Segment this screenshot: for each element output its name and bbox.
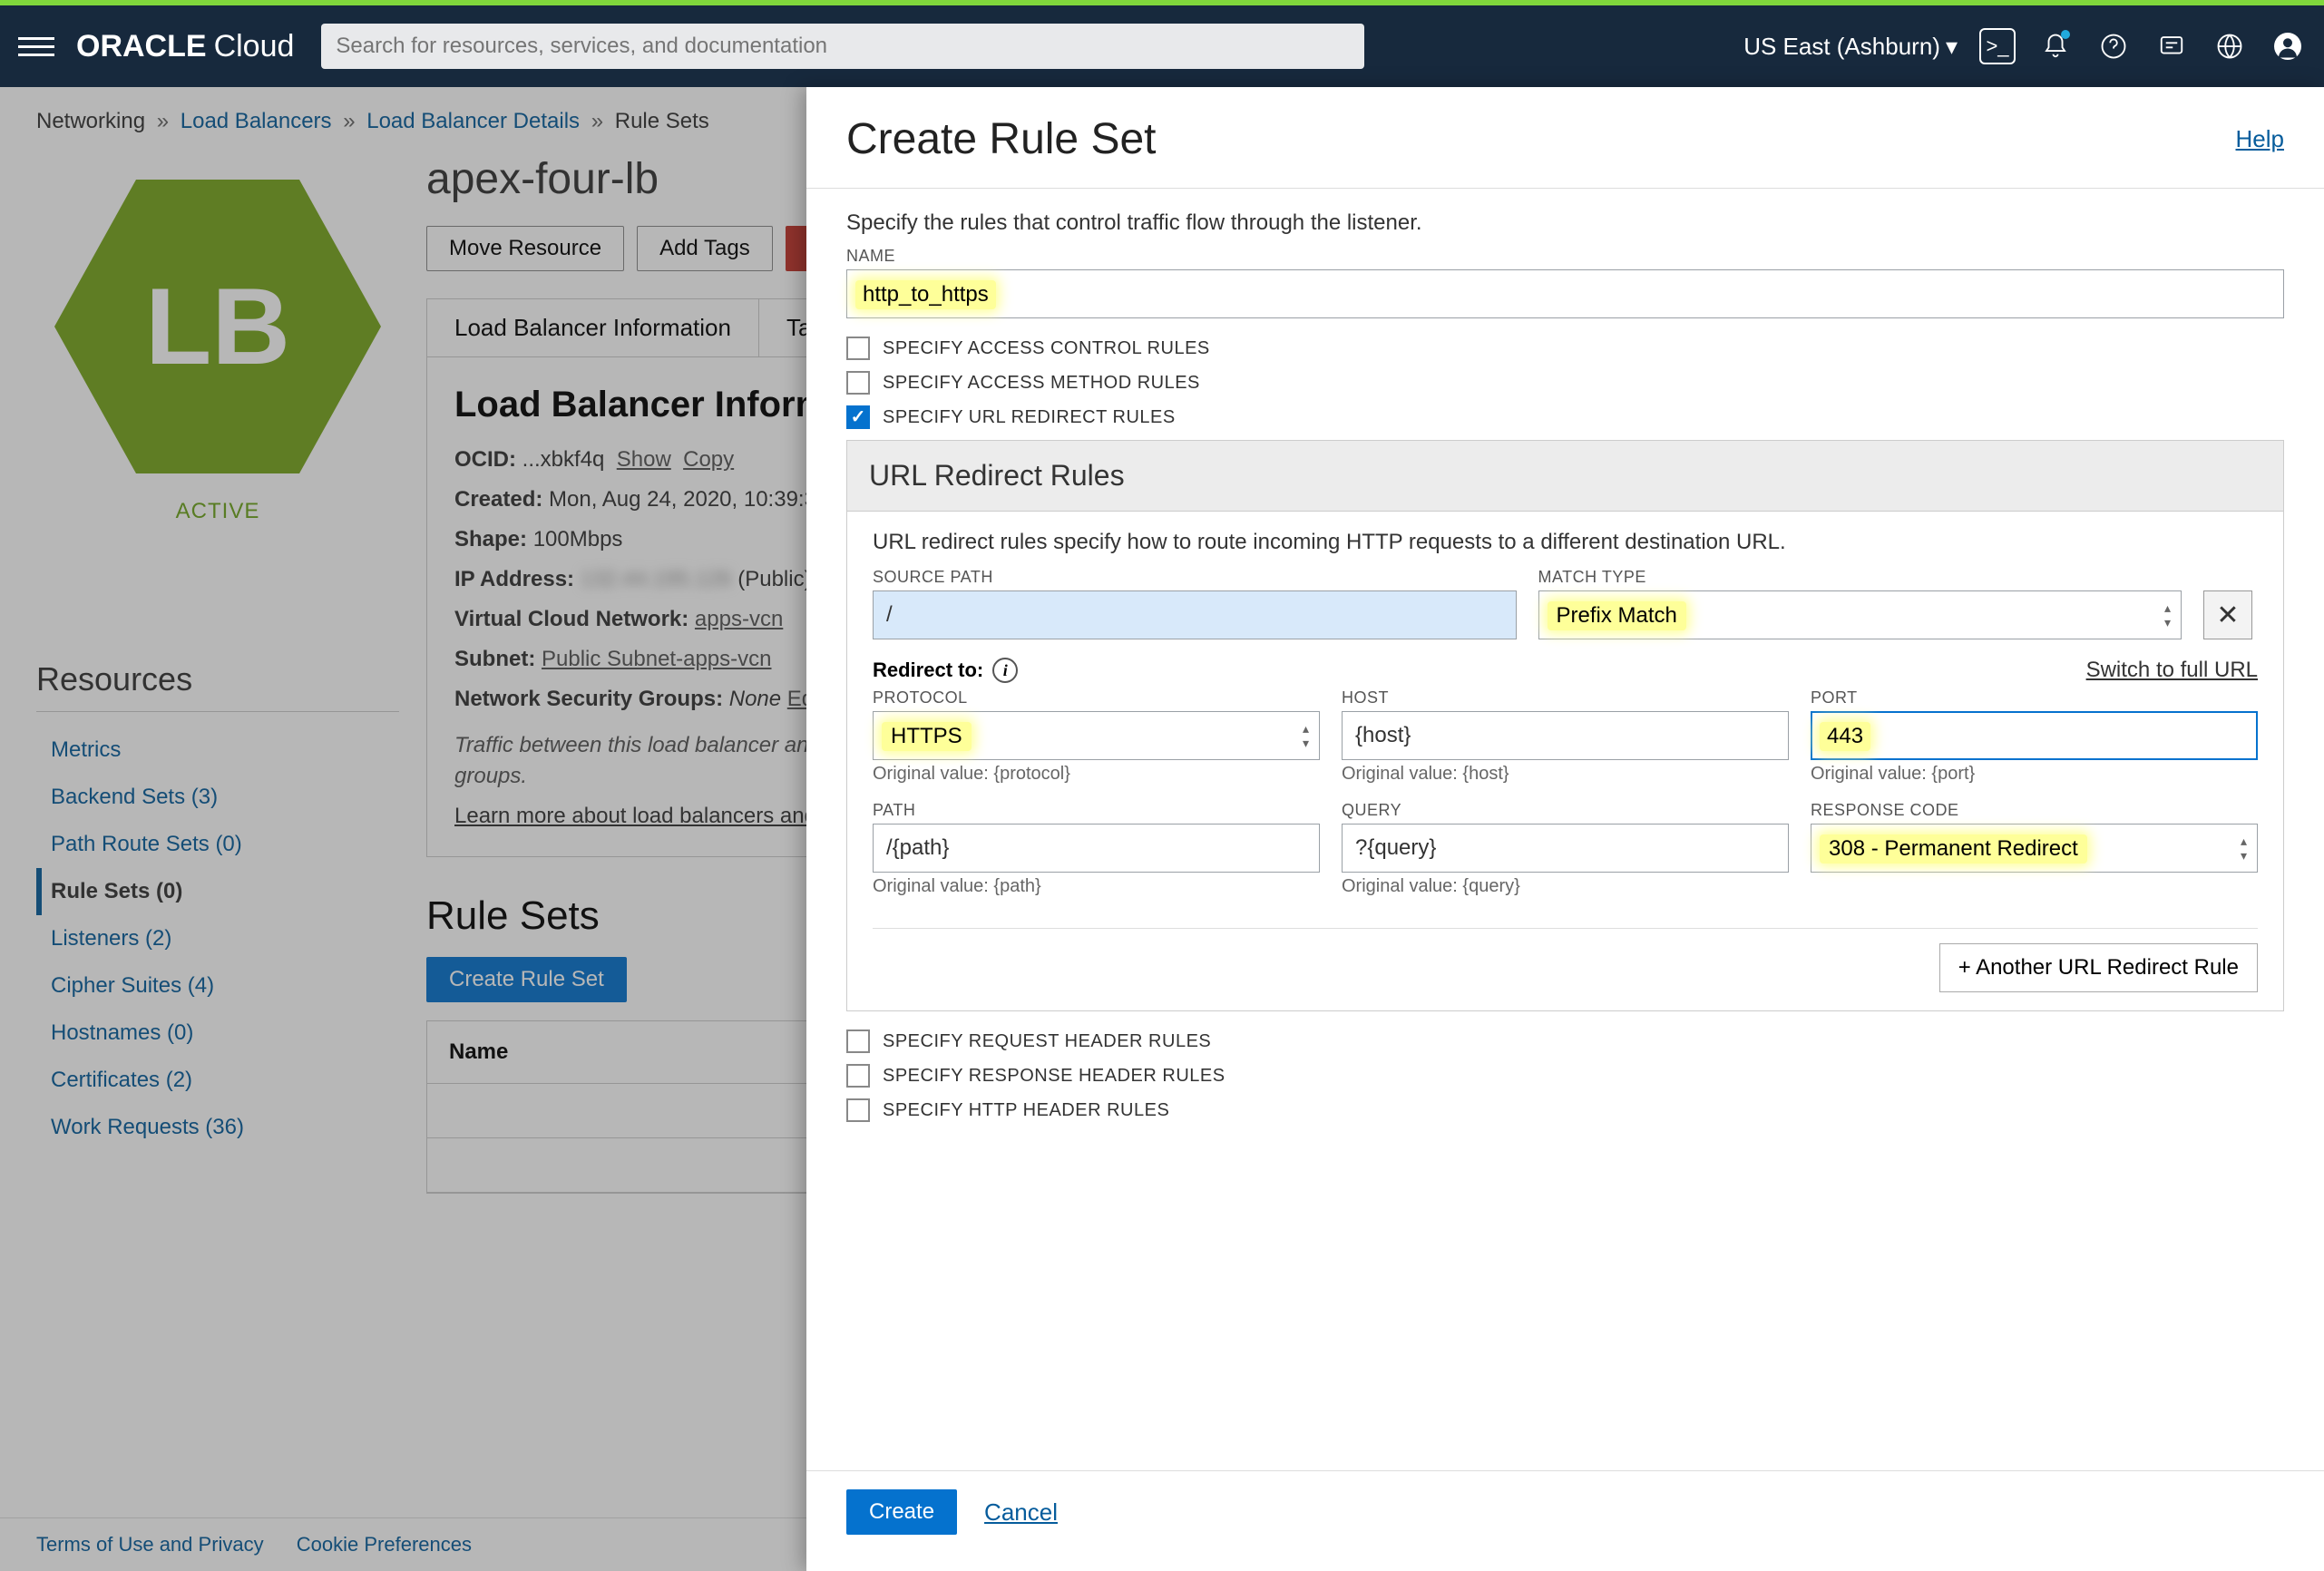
- help-icon[interactable]: [2095, 28, 2132, 64]
- port-label: PORT: [1811, 688, 2258, 707]
- host-label: HOST: [1342, 688, 1789, 707]
- menu-icon[interactable]: [18, 28, 54, 64]
- path-input[interactable]: [873, 824, 1320, 873]
- help-link[interactable]: Help: [2236, 125, 2284, 153]
- check-url-redirect-label: SPECIFY URL REDIRECT RULES: [883, 407, 1176, 428]
- check-http-header-label: SPECIFY HTTP HEADER RULES: [883, 1100, 1169, 1121]
- query-hint: Original value: {query}: [1342, 876, 1789, 897]
- check-access-control[interactable]: [846, 337, 870, 360]
- name-input[interactable]: [846, 269, 2284, 318]
- panel-title: Create Rule Set: [846, 114, 1157, 164]
- url-redirect-subpanel: URL Redirect Rules URL redirect rules sp…: [846, 440, 2284, 1011]
- query-label: QUERY: [1342, 801, 1789, 820]
- brand-logo[interactable]: ORACLECloud: [76, 29, 294, 64]
- protocol-select[interactable]: [873, 711, 1320, 760]
- response-code-select[interactable]: [1811, 824, 2258, 873]
- subpanel-heading: URL Redirect Rules: [847, 441, 2283, 512]
- redirect-to-label: Redirect to:: [873, 659, 983, 682]
- path-hint: Original value: {path}: [873, 876, 1320, 897]
- check-request-header-label: SPECIFY REQUEST HEADER RULES: [883, 1031, 1211, 1052]
- check-url-redirect[interactable]: [846, 405, 870, 429]
- cancel-link[interactable]: Cancel: [984, 1498, 1058, 1527]
- user-icon[interactable]: [2270, 28, 2306, 64]
- panel-intro: Specify the rules that control traffic f…: [846, 210, 2284, 236]
- info-icon[interactable]: i: [992, 658, 1018, 683]
- port-input[interactable]: [1811, 711, 2258, 760]
- region-dropdown[interactable]: US East (Ashburn) ▾: [1743, 33, 1958, 61]
- add-another-rule-button[interactable]: + Another URL Redirect Rule: [1939, 943, 2258, 992]
- check-access-method[interactable]: [846, 371, 870, 395]
- search-input[interactable]: [321, 24, 1364, 69]
- source-path-input[interactable]: [873, 590, 1517, 639]
- close-icon: ✕: [2216, 600, 2239, 631]
- create-button[interactable]: Create: [846, 1489, 957, 1535]
- chevron-down-icon: ▾: [1946, 33, 1958, 61]
- response-code-label: RESPONSE CODE: [1811, 801, 2258, 820]
- subpanel-desc: URL redirect rules specify how to route …: [873, 530, 2258, 555]
- check-access-control-label: SPECIFY ACCESS CONTROL RULES: [883, 338, 1210, 359]
- cloudshell-icon[interactable]: >_: [1979, 28, 2016, 64]
- query-input[interactable]: [1342, 824, 1789, 873]
- path-label: PATH: [873, 801, 1320, 820]
- check-response-header[interactable]: [846, 1064, 870, 1088]
- check-http-header[interactable]: [846, 1098, 870, 1122]
- switch-full-url[interactable]: Switch to full URL: [2086, 658, 2258, 683]
- port-hint: Original value: {port}: [1811, 764, 2258, 785]
- protocol-hint: Original value: {protocol}: [873, 764, 1320, 785]
- host-hint: Original value: {host}: [1342, 764, 1789, 785]
- create-rule-set-panel: Create Rule Set Help Specify the rules t…: [806, 87, 2324, 1571]
- top-header: ORACLECloud US East (Ashburn) ▾ >_: [0, 5, 2324, 87]
- chat-icon[interactable]: [2153, 28, 2190, 64]
- host-input[interactable]: [1342, 711, 1789, 760]
- bell-icon[interactable]: [2037, 28, 2074, 64]
- protocol-label: PROTOCOL: [873, 688, 1320, 707]
- remove-rule-button[interactable]: ✕: [2203, 590, 2252, 639]
- name-label: NAME: [846, 247, 2284, 266]
- match-type-label: MATCH TYPE: [1538, 568, 2182, 587]
- source-path-label: SOURCE PATH: [873, 568, 1517, 587]
- check-access-method-label: SPECIFY ACCESS METHOD RULES: [883, 373, 1200, 394]
- match-type-select[interactable]: [1538, 590, 2182, 639]
- globe-icon[interactable]: [2212, 28, 2248, 64]
- check-response-header-label: SPECIFY RESPONSE HEADER RULES: [883, 1066, 1225, 1087]
- check-request-header[interactable]: [846, 1029, 870, 1053]
